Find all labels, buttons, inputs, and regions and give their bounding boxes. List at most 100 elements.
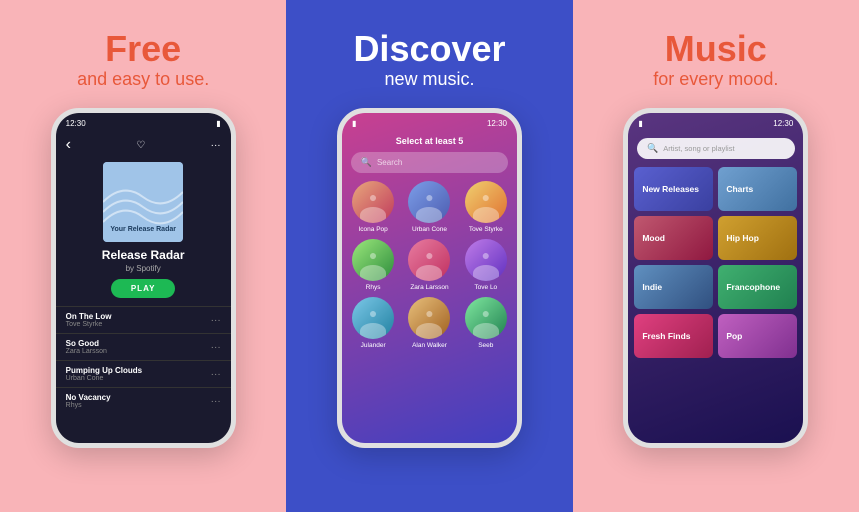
phone3-search-bar[interactable]: 🔍 Artist, song or playlist: [637, 138, 795, 159]
category-new-releases[interactable]: New Releases: [634, 167, 713, 211]
track-row-2: Pumping Up Clouds Urban Cone ···: [56, 360, 231, 387]
phone1-track-artist: by Spotify: [126, 264, 161, 273]
left-headline-sub: and easy to use.: [77, 69, 209, 90]
artists-grid: Icona Pop Urban Cone Tove Styrke: [342, 181, 517, 349]
phone1-time: 12:30: [66, 119, 86, 128]
artist-item-4[interactable]: Zara Larsson: [404, 239, 454, 291]
track-3-name: No Vacancy: [66, 393, 111, 402]
track-2-name: Pumping Up Clouds: [66, 366, 142, 375]
artist-item-7[interactable]: Alan Walker: [404, 297, 454, 349]
artist-avatar-2: [465, 181, 507, 223]
category-charts[interactable]: Charts: [718, 167, 797, 211]
track-row-3: No Vacancy Rhys ···: [56, 387, 231, 414]
track-2-more-icon[interactable]: ···: [211, 369, 221, 380]
phone1-heart-icon[interactable]: ♡: [136, 140, 145, 151]
track-0-more-icon[interactable]: ···: [211, 315, 221, 326]
phone-2-frame: ▮ 12:30 Select at least 5 🔍 Search Icona…: [337, 108, 522, 448]
artist-name-6: Julander: [361, 342, 386, 349]
category-fresh-finds-label: Fresh Finds: [642, 331, 690, 342]
artist-item-2[interactable]: Tove Styrke: [461, 181, 511, 233]
phone1-more-icon[interactable]: ···: [211, 140, 221, 151]
artist-name-4: Zara Larsson: [410, 284, 448, 291]
category-hiphop-label: Hip Hop: [726, 233, 759, 244]
phone1-album-label: Your Release Radar: [103, 225, 183, 234]
category-mood[interactable]: Mood: [634, 216, 713, 260]
phone2-search-bar[interactable]: 🔍 Search: [351, 152, 509, 173]
artist-avatar-5: [465, 239, 507, 281]
track-3-more-icon[interactable]: ···: [211, 396, 221, 407]
category-indie-label: Indie: [642, 282, 662, 293]
track-0-artist: Tove Styrke: [66, 321, 112, 328]
artist-item-6[interactable]: Julander: [348, 297, 398, 349]
phone3-search-text: Artist, song or playlist: [663, 144, 734, 153]
phone1-nav: ‹ ♡ ···: [56, 132, 231, 158]
panel-right: Music for every mood. ▮ 12:30 🔍 Artist, …: [573, 0, 859, 512]
category-mood-label: Mood: [642, 233, 665, 244]
category-hiphop[interactable]: Hip Hop: [718, 216, 797, 260]
phone3-time: 12:30: [773, 119, 793, 128]
artist-avatar-1: [408, 181, 450, 223]
category-indie[interactable]: Indie: [634, 265, 713, 309]
search-icon: 🔍: [361, 157, 372, 168]
phone1-battery-icon: ▮: [216, 119, 220, 128]
right-headline-sub: for every mood.: [653, 69, 778, 90]
artist-avatar-6: [352, 297, 394, 339]
left-headline-main: Free: [77, 28, 209, 69]
category-francophone[interactable]: Francophone: [718, 265, 797, 309]
phone-1-screen: 12:30 ▮ ‹ ♡ ··· Your Release Radar Relea…: [56, 113, 231, 443]
artist-item-5[interactable]: Tove Lo: [461, 239, 511, 291]
artist-item-0[interactable]: Icona Pop: [348, 181, 398, 233]
phone-2-screen: ▮ 12:30 Select at least 5 🔍 Search Icona…: [342, 113, 517, 443]
artist-item-3[interactable]: Rhys: [348, 239, 398, 291]
browse-categories-grid: New Releases Charts Mood Hip Hop Indie F…: [628, 167, 803, 358]
phone3-battery-icon: ▮: [638, 119, 642, 128]
track-1-more-icon[interactable]: ···: [211, 342, 221, 353]
phone1-back-icon[interactable]: ‹: [66, 136, 71, 154]
artist-name-8: Seeb: [478, 342, 493, 349]
phone-3-frame: ▮ 12:30 🔍 Artist, song or playlist New R…: [623, 108, 808, 448]
track-1-name: So Good: [66, 339, 107, 348]
track-3-artist: Rhys: [66, 402, 111, 409]
center-headline-main: Discover: [353, 28, 505, 69]
phone2-status-bar: ▮ 12:30: [342, 113, 517, 132]
panel-center: Discover new music. ▮ 12:30 Select at le…: [286, 0, 572, 512]
artist-avatar-7: [408, 297, 450, 339]
category-fresh-finds[interactable]: Fresh Finds: [634, 314, 713, 358]
phone2-time: 12:30: [487, 119, 507, 128]
track-row-1: So Good Zara Larsson ···: [56, 333, 231, 360]
panel-left: Free and easy to use. 12:30 ▮ ‹ ♡ ··· Yo: [0, 0, 286, 512]
phone1-status-bar: 12:30 ▮: [56, 113, 231, 132]
category-pop[interactable]: Pop: [718, 314, 797, 358]
phone1-play-button[interactable]: PLAY: [111, 279, 176, 298]
artist-avatar-8: [465, 297, 507, 339]
phone-1-frame: 12:30 ▮ ‹ ♡ ··· Your Release Radar Relea…: [51, 108, 236, 448]
right-headline: Music for every mood.: [653, 28, 778, 90]
artist-name-1: Urban Cone: [412, 226, 447, 233]
phone2-battery-icon: ▮: [352, 119, 356, 128]
artist-name-2: Tove Styrke: [469, 226, 503, 233]
track-2-artist: Urban Cone: [66, 375, 142, 382]
artist-item-1[interactable]: Urban Cone: [404, 181, 454, 233]
artist-name-7: Alan Walker: [412, 342, 447, 349]
category-new-releases-label: New Releases: [642, 184, 699, 195]
artist-avatar-4: [408, 239, 450, 281]
artist-name-3: Rhys: [366, 284, 381, 291]
artist-name-0: Icona Pop: [359, 226, 388, 233]
track-1-artist: Zara Larsson: [66, 348, 107, 355]
phone2-search-text: Search: [377, 158, 402, 167]
artist-name-5: Tove Lo: [474, 284, 497, 291]
category-pop-label: Pop: [726, 331, 742, 342]
phone2-prompt: Select at least 5: [396, 136, 464, 146]
track-0-name: On The Low: [66, 312, 112, 321]
center-headline-sub: new music.: [353, 69, 505, 90]
artist-item-8[interactable]: Seeb: [461, 297, 511, 349]
phone1-album-art: Your Release Radar: [103, 162, 183, 242]
category-charts-label: Charts: [726, 184, 753, 195]
category-francophone-label: Francophone: [726, 282, 780, 293]
center-headline: Discover new music.: [353, 28, 505, 90]
phone1-track-title: Release Radar: [102, 248, 185, 262]
phone-3-screen: ▮ 12:30 🔍 Artist, song or playlist New R…: [628, 113, 803, 443]
search-icon-3: 🔍: [647, 143, 658, 154]
phone3-status-bar: ▮ 12:30: [628, 113, 803, 132]
left-headline: Free and easy to use.: [77, 28, 209, 90]
